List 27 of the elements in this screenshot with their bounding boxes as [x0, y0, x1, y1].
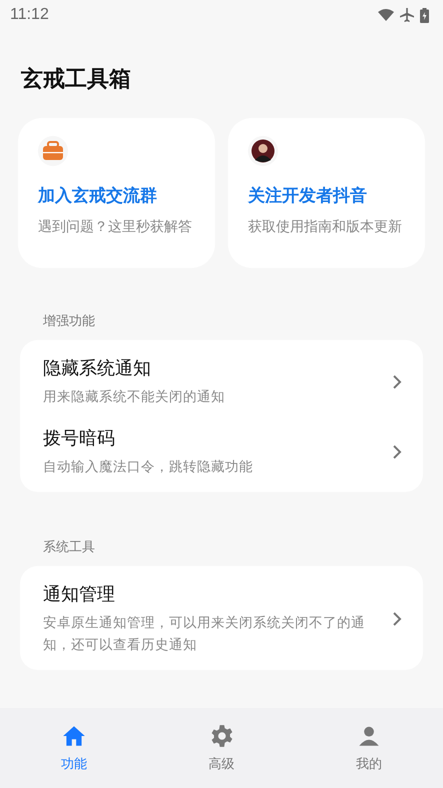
nav-tab[interactable]: 高级: [148, 708, 296, 788]
battery-icon: [420, 8, 429, 22]
card-subtitle: 遇到问题？这里秒获解答: [38, 218, 193, 237]
item-title[interactable]: 拨号暗码: [43, 426, 381, 450]
item-title[interactable]: 通知管理: [43, 582, 381, 606]
section-header: 系统工具: [43, 539, 96, 556]
section-header: 增强功能: [43, 313, 96, 330]
card-subtitle: 获取使用指南和版本更新: [248, 218, 403, 237]
wifi-icon: [378, 9, 394, 21]
nav-tab[interactable]: 我的: [295, 708, 443, 788]
nav-tab[interactable]: 功能: [0, 708, 148, 788]
item-title[interactable]: 隐藏系统通知: [43, 356, 381, 380]
status-time: 11:12: [10, 6, 49, 24]
card-title: 加入玄戒交流群: [38, 185, 158, 207]
quick-card[interactable]: 加入玄戒交流群 遇到问题？这里秒获解答: [18, 118, 215, 268]
toolbox-icon: [38, 136, 68, 166]
chevron-icon: [391, 611, 403, 627]
chevron-icon: [391, 374, 403, 390]
avatar-icon: [248, 136, 278, 166]
chevron-icon: [391, 444, 403, 460]
item-subtitle: 用来隐藏系统不能关闭的通知: [43, 388, 226, 407]
app-title: 玄戒工具箱: [21, 66, 132, 94]
quick-card[interactable]: 关注开发者抖音 获取使用指南和版本更新: [228, 118, 425, 268]
item-subtitle: 自动输入魔法口令，跳转隐藏功能: [43, 458, 254, 477]
card-title: 关注开发者抖音: [248, 185, 368, 207]
item-subtitle: 安卓原生通知管理，可以用来关闭系统关闭不了的通知，还可以查看历史通知: [43, 614, 366, 655]
airplane-icon: [400, 8, 414, 22]
